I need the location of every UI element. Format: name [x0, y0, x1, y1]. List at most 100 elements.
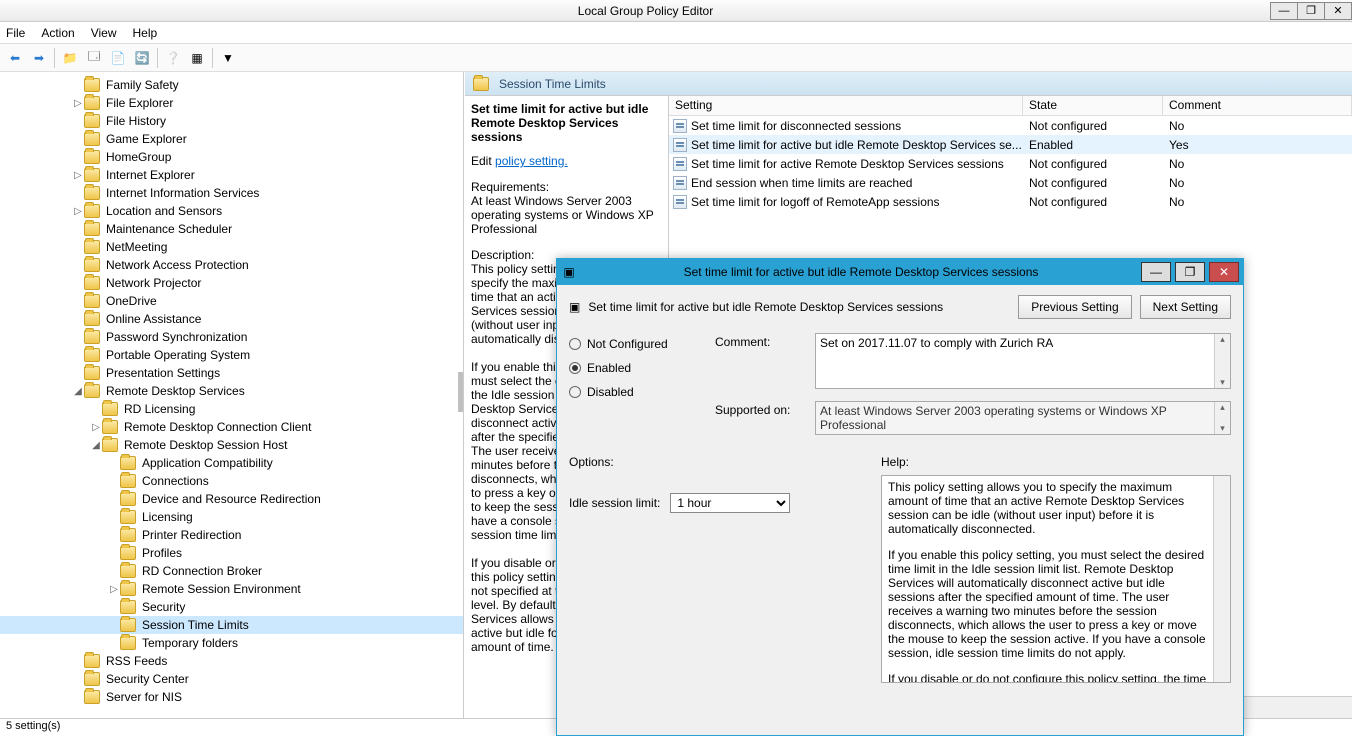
menu-action[interactable]: Action	[41, 26, 74, 40]
minimize-button[interactable]: —	[1270, 2, 1298, 20]
maximize-button[interactable]: ❐	[1297, 2, 1325, 20]
refresh-icon[interactable]: 🔄	[131, 47, 153, 69]
tree-node[interactable]: ▷Location and Sensors	[0, 202, 463, 220]
menubar: File Action View Help	[0, 22, 1352, 44]
tree-node[interactable]: ▷Remote Desktop Connection Client	[0, 418, 463, 436]
tree-node[interactable]: Online Assistance	[0, 310, 463, 328]
selected-setting-title: Set time limit for active but idle Remot…	[471, 102, 662, 144]
folder-icon	[84, 204, 100, 218]
dialog-maximize[interactable]: ❐	[1175, 262, 1205, 282]
tree-node[interactable]: ▷Internet Explorer	[0, 166, 463, 184]
folder-icon	[102, 420, 118, 434]
tree-node[interactable]: RD Licensing	[0, 400, 463, 418]
folder-icon	[84, 384, 100, 398]
tree-node[interactable]: Profiles	[0, 544, 463, 562]
radio-enabled[interactable]: Enabled	[569, 361, 699, 375]
row-comment: No	[1163, 119, 1352, 133]
tree-node[interactable]: Application Compatibility	[0, 454, 463, 472]
tree-node[interactable]: RD Connection Broker	[0, 562, 463, 580]
tree-node[interactable]: ▷File Explorer	[0, 94, 463, 112]
edit-policy-link[interactable]: policy setting.	[495, 154, 568, 168]
tree-node[interactable]: Network Access Protection	[0, 256, 463, 274]
tree-label: HomeGroup	[104, 150, 173, 164]
tree-node[interactable]: Family Safety	[0, 76, 463, 94]
tree-node[interactable]: ◢Remote Desktop Session Host	[0, 436, 463, 454]
row-comment: Yes	[1163, 138, 1352, 152]
previous-setting-button[interactable]: Previous Setting	[1018, 295, 1131, 319]
menu-view[interactable]: View	[91, 26, 117, 40]
help-p3: If you disable or do not configure this …	[888, 672, 1208, 683]
col-comment[interactable]: Comment	[1163, 96, 1352, 115]
folder-icon	[120, 618, 136, 632]
setting-row[interactable]: Set time limit for disconnected sessions…	[669, 116, 1352, 135]
dialog-minimize[interactable]: —	[1141, 262, 1171, 282]
tree-node[interactable]: Connections	[0, 472, 463, 490]
tree-node[interactable]: File History	[0, 112, 463, 130]
tree-node[interactable]: ◢Remote Desktop Services	[0, 382, 463, 400]
row-setting: End session when time limits are reached	[691, 176, 912, 190]
idle-limit-select[interactable]: 1 hour	[670, 493, 790, 513]
tree-node[interactable]: Maintenance Scheduler	[0, 220, 463, 238]
tree-node[interactable]: Security	[0, 598, 463, 616]
row-comment: No	[1163, 195, 1352, 209]
radio-disabled[interactable]: Disabled	[569, 385, 699, 399]
setting-row[interactable]: End session when time limits are reached…	[669, 173, 1352, 192]
menu-file[interactable]: File	[6, 26, 25, 40]
tree-node[interactable]: OneDrive	[0, 292, 463, 310]
row-state: Not configured	[1023, 176, 1163, 190]
tree-node[interactable]: ▷Remote Session Environment	[0, 580, 463, 598]
row-setting: Set time limit for active but idle Remot…	[691, 138, 1022, 152]
tree-node[interactable]: Security Center	[0, 670, 463, 688]
tree-node[interactable]: Device and Resource Redirection	[0, 490, 463, 508]
tree-node[interactable]: Presentation Settings	[0, 364, 463, 382]
col-state[interactable]: State	[1023, 96, 1163, 115]
help-textbox[interactable]: This policy setting allows you to specif…	[881, 475, 1231, 683]
tree-label: Internet Explorer	[104, 168, 197, 182]
list-icon[interactable]: ▦	[186, 47, 208, 69]
tree-node[interactable]: Licensing	[0, 508, 463, 526]
dialog-close[interactable]: ✕	[1209, 262, 1239, 282]
tree-node[interactable]: Network Projector	[0, 274, 463, 292]
close-button[interactable]: ✕	[1324, 2, 1352, 20]
tree-node[interactable]: Game Explorer	[0, 130, 463, 148]
folder-icon	[120, 636, 136, 650]
dialog-title: Set time limit for active but idle Remot…	[581, 265, 1141, 279]
tree-node[interactable]: Internet Information Services	[0, 184, 463, 202]
setting-row[interactable]: Set time limit for active but idle Remot…	[669, 135, 1352, 154]
next-setting-button[interactable]: Next Setting	[1140, 295, 1231, 319]
menu-help[interactable]: Help	[133, 26, 158, 40]
folder-icon	[84, 330, 100, 344]
tree-node[interactable]: RSS Feeds	[0, 652, 463, 670]
forward-button[interactable]: ➡	[28, 47, 50, 69]
filter-icon[interactable]: ▼	[217, 47, 239, 69]
dialog-titlebar[interactable]: ▣ Set time limit for active but idle Rem…	[557, 259, 1243, 285]
export-icon[interactable]: 📄	[107, 47, 129, 69]
row-setting: Set time limit for logoff of RemoteApp s…	[691, 195, 940, 209]
tree-node[interactable]: Server for NIS	[0, 688, 463, 706]
folder-icon	[84, 150, 100, 164]
comment-textbox[interactable]: Set on 2017.11.07 to comply with Zurich …	[815, 333, 1231, 389]
tree-node[interactable]: Password Synchronization	[0, 328, 463, 346]
help-icon[interactable]: ❔	[162, 47, 184, 69]
pane-header: Session Time Limits	[465, 72, 1352, 96]
tree-node[interactable]: NetMeeting	[0, 238, 463, 256]
up-icon[interactable]: 📁	[59, 47, 81, 69]
radio-not-configured[interactable]: Not Configured	[569, 337, 699, 351]
back-button[interactable]: ⬅	[4, 47, 26, 69]
tree-node[interactable]: Temporary folders	[0, 634, 463, 652]
tree-node[interactable]: HomeGroup	[0, 148, 463, 166]
tree-node[interactable]: Session Time Limits	[0, 616, 463, 634]
tree-label: Remote Session Environment	[140, 582, 303, 596]
row-state: Not configured	[1023, 195, 1163, 209]
setting-row[interactable]: Set time limit for logoff of RemoteApp s…	[669, 192, 1352, 211]
row-comment: No	[1163, 157, 1352, 171]
folder-icon	[120, 582, 136, 596]
col-setting[interactable]: Setting	[669, 96, 1023, 115]
setting-row[interactable]: Set time limit for active Remote Desktop…	[669, 154, 1352, 173]
tree-node[interactable]: Printer Redirection	[0, 526, 463, 544]
tree-label: Security	[140, 600, 187, 614]
tree-pane[interactable]: Family Safety▷File ExplorerFile HistoryG…	[0, 72, 464, 718]
props-icon[interactable]: 🗔	[83, 47, 105, 69]
tree-node[interactable]: Portable Operating System	[0, 346, 463, 364]
folder-icon	[84, 96, 100, 110]
